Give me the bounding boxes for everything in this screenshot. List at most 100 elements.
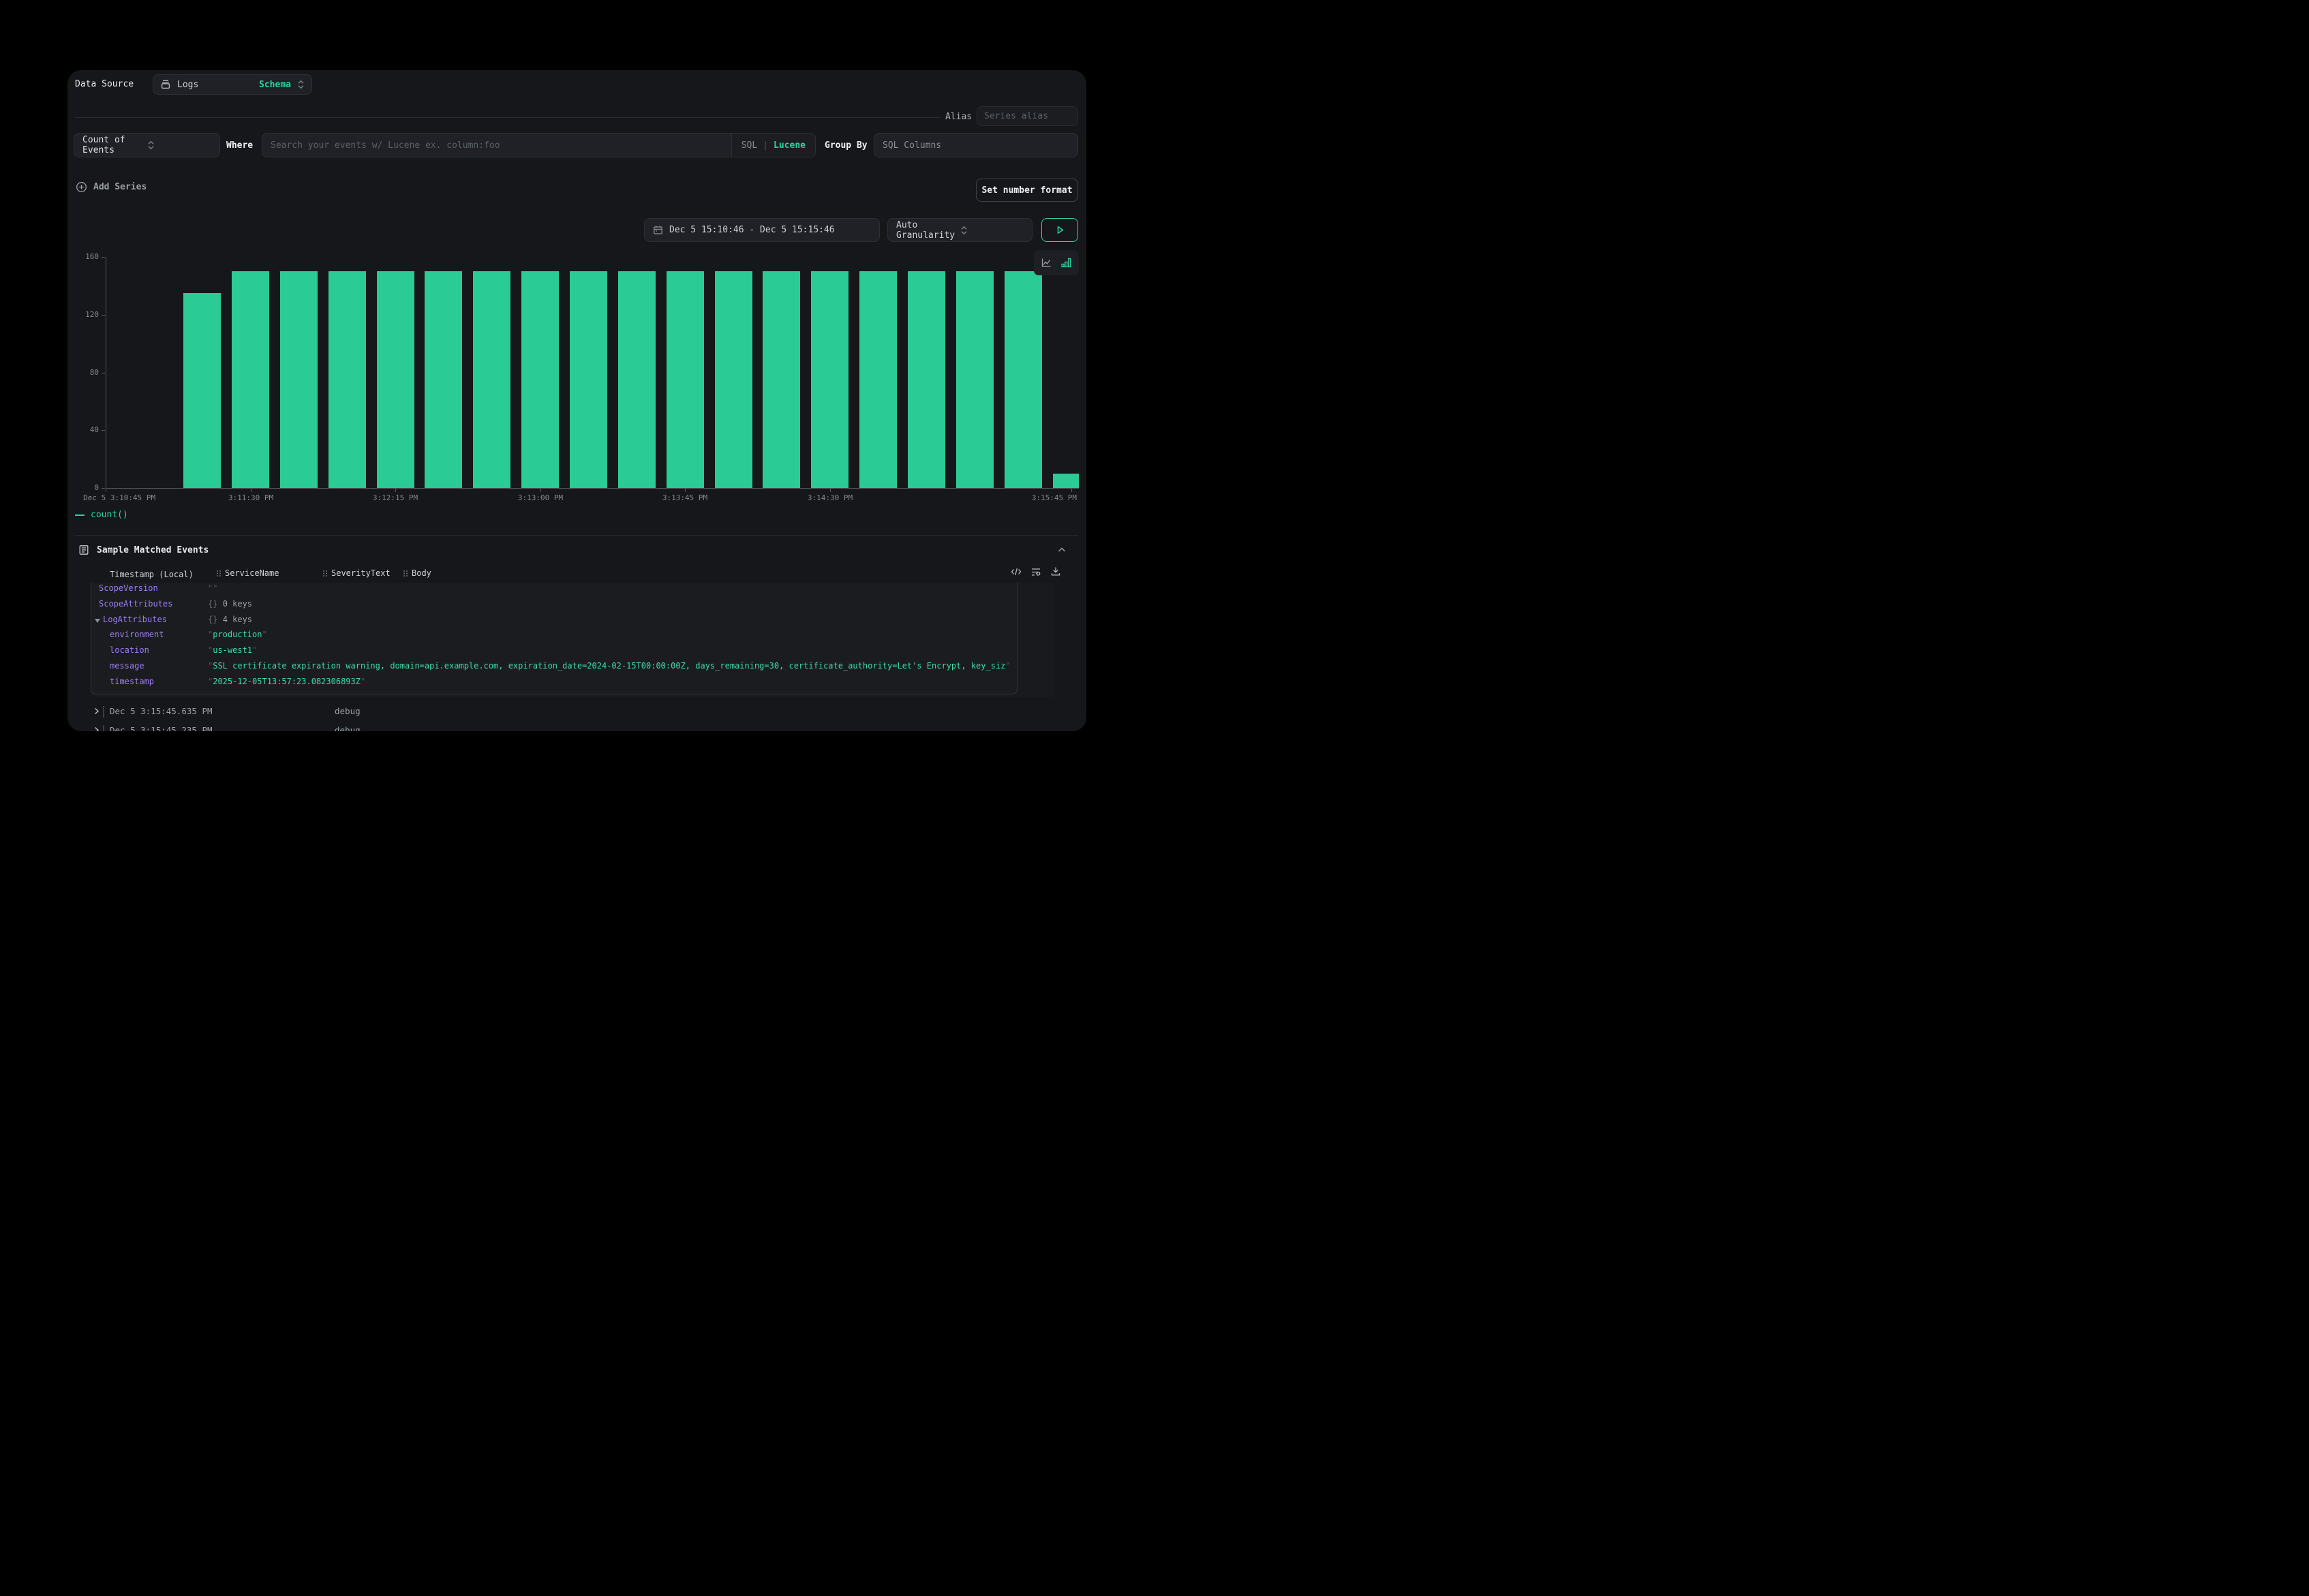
data-source-select[interactable]: Logs Schema (153, 74, 312, 95)
caret-down-icon[interactable] (95, 619, 100, 623)
x-axis-tick (1071, 489, 1072, 492)
severity-indicator (103, 706, 104, 718)
language-toggle[interactable]: SQL | Lucene (731, 134, 815, 157)
alias-input[interactable] (977, 106, 1078, 126)
y-axis-tick (102, 430, 105, 431)
attribute-key: timestamp (110, 677, 154, 686)
column-header-timestamp[interactable]: Timestamp (Local) (110, 570, 194, 579)
attribute-key: message (110, 661, 144, 671)
chart-bar[interactable] (859, 271, 897, 488)
event-row[interactable]: Dec 5 3:15:45.235 PMdebug (67, 725, 1086, 731)
plus-circle-icon (76, 181, 87, 193)
drag-handle-icon[interactable] (216, 570, 221, 577)
time-range-value: Dec 5 15:10:46 - Dec 5 15:15:46 (669, 225, 835, 235)
chart-bar[interactable] (667, 271, 704, 488)
events-divider (75, 535, 1078, 536)
code-icon[interactable] (1011, 567, 1022, 577)
chart-bar[interactable] (183, 293, 221, 488)
bar-chart-icon[interactable] (1060, 257, 1072, 268)
chart-type-toolbar (1034, 250, 1079, 275)
add-series-button[interactable]: Add Series (76, 181, 147, 193)
granularity-select[interactable]: Auto Granularity (887, 218, 1033, 242)
attribute-row[interactable]: ScopeVersion "" (91, 583, 1017, 598)
time-range-picker[interactable]: Dec 5 15:10:46 - Dec 5 15:15:46 (644, 218, 880, 242)
alias-label: Alias (945, 112, 972, 122)
attribute-value: {} 4 keys (208, 615, 252, 624)
chart-bar[interactable] (425, 271, 462, 488)
expand-chevron-icon[interactable] (93, 707, 100, 715)
chart-bar[interactable] (232, 271, 269, 488)
run-query-button[interactable] (1041, 218, 1078, 242)
data-source-mode: Schema (259, 80, 291, 90)
chart-bar[interactable] (956, 271, 994, 488)
language-lucene[interactable]: Lucene (774, 140, 806, 151)
set-number-format-button[interactable]: Set number format (976, 179, 1078, 202)
chart-bar[interactable] (521, 271, 559, 488)
chart-bar[interactable] (618, 271, 656, 488)
y-axis-label: 160 (67, 252, 99, 261)
y-axis-label: 80 (67, 368, 99, 377)
page-background: { "colors": { "accent": "#2ed3a0", "bar"… (0, 0, 1154, 798)
data-source-label: Data Source (75, 79, 134, 89)
search-input[interactable] (262, 134, 731, 157)
chart-bar[interactable] (1053, 474, 1079, 488)
language-sql[interactable]: SQL (741, 140, 757, 151)
event-timestamp: Dec 5 3:15:45.235 PM (110, 725, 213, 731)
attribute-row[interactable]: ScopeAttributes{} 0 keys (91, 599, 1017, 614)
chart-bar[interactable] (328, 271, 366, 488)
attribute-key: location (110, 645, 149, 655)
attribute-value: "" (208, 583, 217, 593)
x-axis-tick (540, 489, 541, 492)
chart-bar[interactable] (763, 271, 800, 488)
download-icon[interactable] (1050, 566, 1061, 577)
x-axis-tick (830, 489, 831, 492)
attribute-row[interactable]: message"SSL certificate expiration warni… (91, 661, 1017, 676)
chart-bar[interactable] (473, 271, 510, 488)
group-by-input[interactable] (874, 133, 1078, 157)
attribute-key: environment (110, 630, 164, 639)
timeseries-chart[interactable]: 04080120160Dec 5 3:10:45 PM3:11:30 PM3:1… (67, 241, 1079, 527)
x-axis-label: 3:13:00 PM (518, 493, 563, 502)
chart-bar[interactable] (570, 271, 607, 488)
alias-divider (75, 117, 941, 118)
braces-icon: {} (208, 599, 217, 609)
chart-legend[interactable]: count() (75, 510, 128, 520)
wrap-text-icon[interactable] (1030, 567, 1041, 577)
aggregation-select[interactable]: Count of Events (74, 133, 220, 157)
events-list[interactable]: ScopeVersion "" ScopeAttributes{} 0 keysLo… (67, 583, 1086, 731)
legend-series-name: count() (91, 510, 128, 520)
granularity-value: Auto Granularity (896, 220, 960, 241)
drag-handle-icon[interactable] (403, 570, 408, 577)
collapse-events-chevron[interactable] (1057, 545, 1067, 555)
line-chart-icon[interactable] (1041, 257, 1052, 268)
events-header[interactable]: Sample Matched Events (78, 544, 209, 555)
chart-bar[interactable] (811, 271, 848, 488)
set-number-format-label: Set number format (981, 185, 1072, 196)
x-axis-label: 3:12:15 PM (373, 493, 418, 502)
data-source-name: Logs (177, 80, 253, 90)
event-row[interactable]: Dec 5 3:15:45.635 PMdebug (67, 706, 1086, 721)
attribute-row[interactable]: LogAttributes{} 4 keys (91, 615, 1017, 630)
attribute-row[interactable]: environment"production" (91, 630, 1017, 645)
chevron-updown-icon (960, 225, 1024, 236)
attribute-key: ScopeVersion (99, 583, 158, 593)
chart-bar[interactable] (908, 271, 945, 488)
chart-bar[interactable] (377, 271, 414, 488)
chart-bar[interactable] (280, 271, 318, 488)
expand-chevron-icon[interactable] (93, 726, 100, 731)
column-header-body[interactable]: Body (403, 568, 431, 578)
attribute-row[interactable]: timestamp "2025-12-05T13:57:23.082306893Z… (91, 677, 1017, 692)
aggregation-value: Count of Events (82, 135, 147, 155)
column-header-severitytext[interactable]: SeverityText (322, 568, 391, 578)
attribute-row[interactable]: location"us-west1" (91, 645, 1017, 660)
drag-handle-icon[interactable] (322, 570, 328, 577)
column-header-servicename[interactable]: ServiceName (216, 568, 279, 578)
y-axis-label: 40 (67, 425, 99, 434)
search-box: SQL | Lucene (262, 133, 816, 157)
legend-swatch (75, 515, 85, 516)
event-severity: debug (335, 706, 361, 716)
attribute-value: "2025-12-05T13:57:23.082306893Z" (208, 677, 365, 686)
chart-bar[interactable] (715, 271, 752, 488)
events-title: Sample Matched Events (97, 545, 209, 555)
chart-bar[interactable] (1005, 271, 1042, 488)
